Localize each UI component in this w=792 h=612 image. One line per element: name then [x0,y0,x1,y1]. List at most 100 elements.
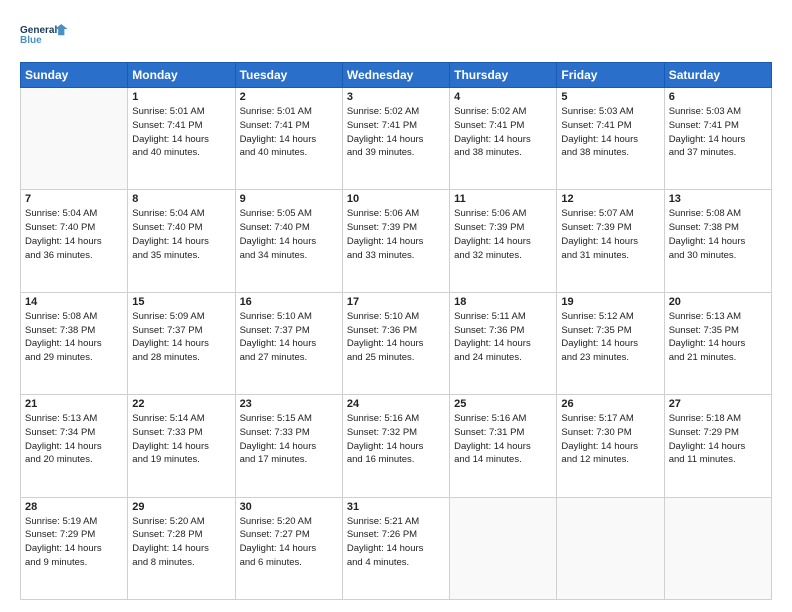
day-number: 6 [669,91,767,103]
calendar-cell: 31 Sunrise: 5:21 AMSunset: 7:26 PMDayligh… [342,497,449,599]
calendar-cell: 24 Sunrise: 5:16 AMSunset: 7:32 PMDayligh… [342,395,449,497]
calendar-week-row: 1 Sunrise: 5:01 AMSunset: 7:41 PMDaylight… [21,88,772,190]
calendar-cell [450,497,557,599]
svg-text:General: General [20,25,57,36]
day-info: Sunrise: 5:12 AMSunset: 7:35 PMDaylight:… [561,310,659,365]
day-number: 2 [240,91,338,103]
day-info: Sunrise: 5:20 AMSunset: 7:27 PMDaylight:… [240,515,338,570]
day-info: Sunrise: 5:02 AMSunset: 7:41 PMDaylight:… [454,105,552,160]
day-number: 1 [132,91,230,103]
calendar-cell: 26 Sunrise: 5:17 AMSunset: 7:30 PMDayligh… [557,395,664,497]
day-info: Sunrise: 5:16 AMSunset: 7:32 PMDaylight:… [347,412,445,467]
calendar-day-header: Sunday [21,63,128,88]
day-info: Sunrise: 5:01 AMSunset: 7:41 PMDaylight:… [132,105,230,160]
calendar-cell: 21Sunrise: 5:13 AMSunset: 7:34 PMDayligh… [21,395,128,497]
calendar-cell: 30 Sunrise: 5:20 AMSunset: 7:27 PMDayligh… [235,497,342,599]
day-number: 5 [561,91,659,103]
day-number: 28 [25,501,123,513]
calendar-day-header: Friday [557,63,664,88]
day-number: 8 [132,193,230,205]
calendar-cell: 25 Sunrise: 5:16 AMSunset: 7:31 PMDayligh… [450,395,557,497]
day-number: 11 [454,193,552,205]
calendar-day-header: Thursday [450,63,557,88]
calendar-cell: 12 Sunrise: 5:07 AMSunset: 7:39 PMDayligh… [557,190,664,292]
day-info: Sunrise: 5:08 AMSunset: 7:38 PMDaylight:… [669,207,767,262]
day-info: Sunrise: 5:09 AMSunset: 7:37 PMDaylight:… [132,310,230,365]
day-info: Sunrise: 5:21 AMSunset: 7:26 PMDaylight:… [347,515,445,570]
day-info: Sunrise: 5:14 AMSunset: 7:33 PMDaylight:… [132,412,230,467]
calendar-cell: 2 Sunrise: 5:01 AMSunset: 7:41 PMDaylight… [235,88,342,190]
calendar-cell: 1 Sunrise: 5:01 AMSunset: 7:41 PMDaylight… [128,88,235,190]
calendar-cell: 13 Sunrise: 5:08 AMSunset: 7:38 PMDayligh… [664,190,771,292]
day-number: 15 [132,296,230,308]
day-info: Sunrise: 5:11 AMSunset: 7:36 PMDaylight:… [454,310,552,365]
calendar-cell [21,88,128,190]
calendar-cell: 19 Sunrise: 5:12 AMSunset: 7:35 PMDayligh… [557,292,664,394]
calendar-cell: 20Sunrise: 5:13 AMSunset: 7:35 PMDayligh… [664,292,771,394]
calendar-cell: 10Sunrise: 5:06 AMSunset: 7:39 PMDayligh… [342,190,449,292]
calendar-cell: 14 Sunrise: 5:08 AMSunset: 7:38 PMDayligh… [21,292,128,394]
calendar-cell: 27Sunrise: 5:18 AMSunset: 7:29 PMDayligh… [664,395,771,497]
page-header: General Blue [20,16,772,52]
day-number: 30 [240,501,338,513]
day-info: Sunrise: 5:13 AMSunset: 7:34 PMDaylight:… [25,412,123,467]
day-info: Sunrise: 5:04 AMSunset: 7:40 PMDaylight:… [25,207,123,262]
calendar-table: SundayMondayTuesdayWednesdayThursdayFrid… [20,62,772,600]
day-info: Sunrise: 5:15 AMSunset: 7:33 PMDaylight:… [240,412,338,467]
calendar-day-header: Monday [128,63,235,88]
calendar-cell: 28 Sunrise: 5:19 AMSunset: 7:29 PMDayligh… [21,497,128,599]
day-number: 23 [240,398,338,410]
calendar-cell [664,497,771,599]
day-info: Sunrise: 5:10 AMSunset: 7:36 PMDaylight:… [347,310,445,365]
day-number: 14 [25,296,123,308]
day-info: Sunrise: 5:06 AMSunset: 7:39 PMDaylight:… [454,207,552,262]
day-info: Sunrise: 5:19 AMSunset: 7:29 PMDaylight:… [25,515,123,570]
day-number: 19 [561,296,659,308]
day-number: 3 [347,91,445,103]
day-number: 12 [561,193,659,205]
calendar-cell: 23 Sunrise: 5:15 AMSunset: 7:33 PMDayligh… [235,395,342,497]
day-info: Sunrise: 5:13 AMSunset: 7:35 PMDaylight:… [669,310,767,365]
day-number: 7 [25,193,123,205]
day-number: 13 [669,193,767,205]
day-info: Sunrise: 5:05 AMSunset: 7:40 PMDaylight:… [240,207,338,262]
calendar-week-row: 14 Sunrise: 5:08 AMSunset: 7:38 PMDayligh… [21,292,772,394]
logo-svg: General Blue [20,16,70,52]
day-info: Sunrise: 5:03 AMSunset: 7:41 PMDaylight:… [669,105,767,160]
day-info: Sunrise: 5:03 AMSunset: 7:41 PMDaylight:… [561,105,659,160]
calendar-cell: 6 Sunrise: 5:03 AMSunset: 7:41 PMDaylight… [664,88,771,190]
day-info: Sunrise: 5:10 AMSunset: 7:37 PMDaylight:… [240,310,338,365]
day-number: 22 [132,398,230,410]
day-info: Sunrise: 5:16 AMSunset: 7:31 PMDaylight:… [454,412,552,467]
day-info: Sunrise: 5:08 AMSunset: 7:38 PMDaylight:… [25,310,123,365]
day-info: Sunrise: 5:17 AMSunset: 7:30 PMDaylight:… [561,412,659,467]
calendar-cell: 9 Sunrise: 5:05 AMSunset: 7:40 PMDaylight… [235,190,342,292]
calendar-cell: 8 Sunrise: 5:04 AMSunset: 7:40 PMDaylight… [128,190,235,292]
day-number: 17 [347,296,445,308]
day-info: Sunrise: 5:01 AMSunset: 7:41 PMDaylight:… [240,105,338,160]
day-number: 24 [347,398,445,410]
svg-text:Blue: Blue [20,35,42,46]
calendar-cell: 17 Sunrise: 5:10 AMSunset: 7:36 PMDayligh… [342,292,449,394]
calendar-week-row: 21Sunrise: 5:13 AMSunset: 7:34 PMDayligh… [21,395,772,497]
calendar-cell: 29 Sunrise: 5:20 AMSunset: 7:28 PMDayligh… [128,497,235,599]
calendar-cell: 3Sunrise: 5:02 AMSunset: 7:41 PMDaylight… [342,88,449,190]
day-info: Sunrise: 5:06 AMSunset: 7:39 PMDaylight:… [347,207,445,262]
day-number: 31 [347,501,445,513]
day-info: Sunrise: 5:18 AMSunset: 7:29 PMDaylight:… [669,412,767,467]
day-info: Sunrise: 5:07 AMSunset: 7:39 PMDaylight:… [561,207,659,262]
day-number: 29 [132,501,230,513]
calendar-cell: 18Sunrise: 5:11 AMSunset: 7:36 PMDayligh… [450,292,557,394]
calendar-cell [557,497,664,599]
day-info: Sunrise: 5:20 AMSunset: 7:28 PMDaylight:… [132,515,230,570]
logo: General Blue [20,16,70,52]
day-number: 25 [454,398,552,410]
calendar-cell: 16Sunrise: 5:10 AMSunset: 7:37 PMDayligh… [235,292,342,394]
day-number: 26 [561,398,659,410]
calendar-week-row: 7 Sunrise: 5:04 AMSunset: 7:40 PMDaylight… [21,190,772,292]
calendar-cell: 22 Sunrise: 5:14 AMSunset: 7:33 PMDayligh… [128,395,235,497]
calendar-cell: 11 Sunrise: 5:06 AMSunset: 7:39 PMDayligh… [450,190,557,292]
day-number: 9 [240,193,338,205]
day-info: Sunrise: 5:04 AMSunset: 7:40 PMDaylight:… [132,207,230,262]
day-number: 4 [454,91,552,103]
